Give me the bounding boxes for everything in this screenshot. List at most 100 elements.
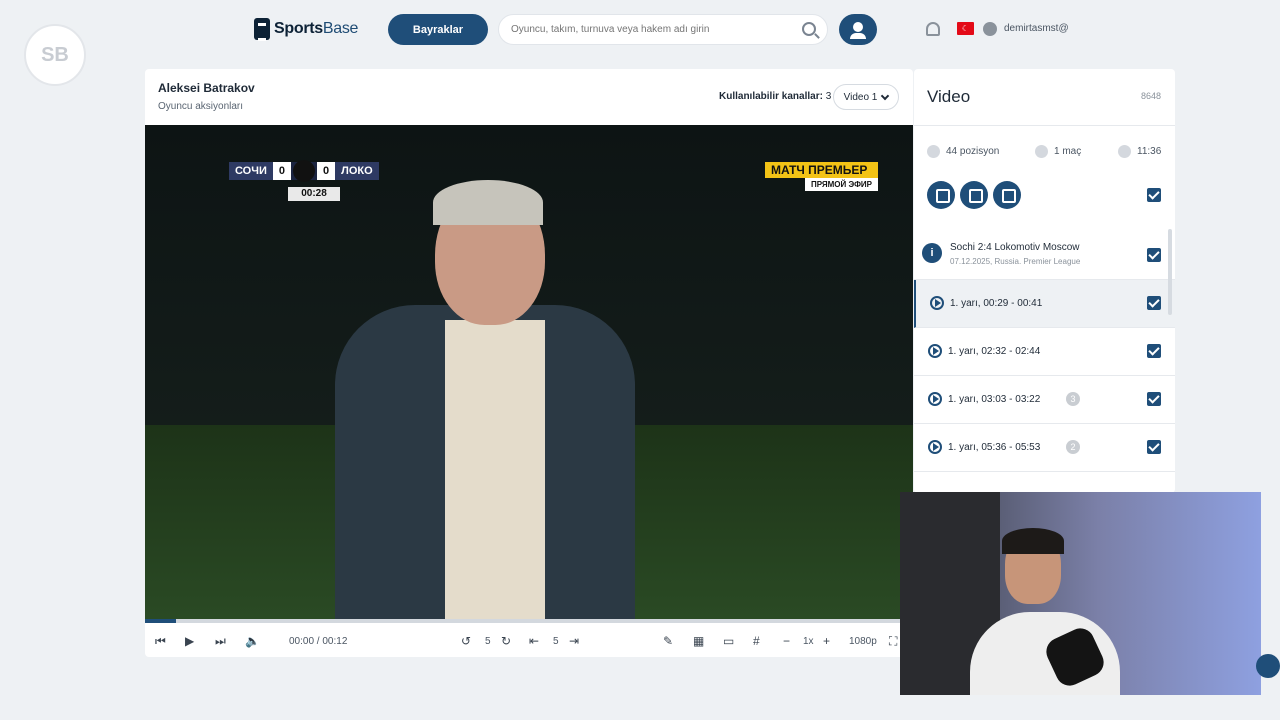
search-input[interactable] [511,24,791,35]
segment-row[interactable]: 1. yarı, 00:29 - 00:41 [914,280,1175,328]
video-person-shirt [445,320,545,619]
panel-scrollbar[interactable] [1168,229,1172,315]
broadcaster-name: МАТЧ ПРЕМЬЕР [765,162,878,178]
webcam-overlay [900,492,1261,695]
video-player[interactable]: СОЧИ 0 0 ЛОКО 00:28 МАТЧ ПРЕМЬЕР ПРЯМОЙ … [145,125,913,619]
hand-icon [1035,145,1048,158]
broadcaster-live: ПРЯМОЙ ЭФИР [805,178,878,191]
panel-divider [914,125,1175,126]
flags-button[interactable]: Bayraklar [388,14,488,45]
video-controls: ⏮ ▶ ⏭ 🔈 00:00 / 00:12 ↺ 5 ↻ ⇤ 5 ⇥ ✎ ▦ ▭ … [145,625,913,657]
segment-checkbox[interactable] [1147,344,1161,358]
turkey-flag-icon[interactable]: ☾ [957,22,974,35]
play-icon[interactable] [928,392,942,406]
info-icon[interactable]: i [922,243,942,263]
segment-row[interactable]: 1. yarı, 02:32 - 02:44 [914,328,1175,376]
frame-back-icon[interactable]: ⇤ [529,634,539,648]
video-quality[interactable]: 1080p [849,634,877,648]
top-navigation-bar: SportsBase Bayraklar ☾ demirtasmst@ [0,0,1280,60]
channels-label: Kullanılabilir kanallar: [719,91,823,102]
rewind-seconds: 5 [485,635,491,647]
speed-plus-icon[interactable]: + [823,634,830,648]
brand-logo[interactable]: SportsBase [254,18,358,41]
video-progress-fill [145,619,176,623]
brand-text: SportsBase [274,20,358,38]
positions-stat: 44 pozisyon [927,145,999,158]
grid-icon[interactable]: ▦ [693,634,704,648]
select-all-checkbox[interactable] [1147,188,1161,202]
video-person-hair [433,180,543,225]
segment-checkbox[interactable] [1147,392,1161,406]
user-avatar-icon[interactable] [983,22,997,36]
brand-name-bold: Sports [274,20,323,37]
match-row[interactable]: i Sochi 2:4 Lokomotiv Moscow 07.12.2025,… [914,232,1175,280]
play-icon[interactable] [928,344,942,358]
matches-stat: 1 maç [1035,145,1081,158]
segment-count-badge: 2 [1066,440,1080,454]
chevron-down-icon [881,91,890,100]
match-meta: 07.12.2025, Russia. Premier League [950,257,1081,266]
clock-icon [1118,145,1131,158]
video-channel-select[interactable]: Video 1 [833,84,899,110]
scoreboard-overlay: СОЧИ 0 0 ЛОКО [229,160,379,182]
playback-speed: 1x [803,635,814,647]
frame-forward-icon[interactable]: ⇥ [569,634,579,648]
previous-icon[interactable]: ⏮ [155,634,166,648]
hash-icon[interactable]: # [753,634,760,648]
user-search-icon [850,21,866,39]
video-select-value: Video 1 [843,91,878,103]
search-icon[interactable] [802,22,816,36]
away-team: ЛОКО [335,162,379,180]
segment-row[interactable]: 1. yarı, 03:03 - 03:22 3 [914,376,1175,424]
positions-count: 44 pozisyon [946,146,1000,157]
frame-step: 5 [553,635,559,647]
username[interactable]: demirtasmst@ [1004,23,1069,34]
help-chat-icon[interactable] [1256,654,1280,678]
search-bar[interactable] [498,14,828,45]
share-button[interactable] [927,181,955,209]
home-team: СОЧИ [229,162,273,180]
volume-icon[interactable]: 🔈 [245,634,260,648]
webcam-person-hair [1002,528,1064,554]
playlist-stats: 44 pozisyon 1 maç 11:36 [927,145,1167,161]
segment-label: 1. yarı, 02:32 - 02:44 [948,346,1041,357]
segment-label: 1. yarı, 00:29 - 00:41 [950,298,1043,309]
play-icon[interactable] [928,440,942,454]
panel-title: Video [927,87,971,106]
available-channels: Kullanılabilir kanallar: 3 [719,91,831,102]
forward-icon[interactable]: ↻ [501,634,511,648]
notification-bell-icon[interactable] [926,22,940,36]
speed-minus-icon[interactable]: − [783,634,790,648]
download-button[interactable] [960,181,988,209]
playback-time: 00:00 / 00:12 [289,635,348,647]
segment-checkbox[interactable] [1147,440,1161,454]
matches-count: 1 maç [1054,146,1082,157]
play-icon[interactable]: ▶ [185,634,194,648]
segment-count-badge: 3 [1066,392,1080,406]
match-clock: 00:28 [288,187,340,201]
play-circle-icon [927,145,940,158]
user-search-button[interactable] [839,14,877,45]
video-playlist-panel: Video 8648 44 pozisyon 1 maç 11:36 i Soc… [914,69,1175,493]
play-icon[interactable] [930,296,944,310]
folder-icon[interactable]: ▭ [723,634,734,648]
total-duration: 11:36 [1137,146,1162,157]
brand-name-rest: Base [322,20,359,37]
home-score: 0 [272,162,291,180]
away-score: 0 [317,162,336,180]
brand-mark-icon [254,18,270,41]
segment-row[interactable]: 1. yarı, 05:36 - 05:53 2 [914,424,1175,472]
segment-label: 1. yarı, 03:03 - 03:22 [948,394,1041,405]
channels-count: 3 [825,91,832,102]
match-checkbox[interactable] [1147,248,1161,262]
rewind-icon[interactable]: ↺ [461,634,471,648]
draw-icon[interactable]: ✎ [663,634,673,648]
fullscreen-icon[interactable]: ⛶ [889,634,897,648]
segment-checkbox[interactable] [1147,296,1161,310]
playlist-button[interactable] [993,181,1021,209]
segment-label: 1. yarı, 05:36 - 05:53 [948,442,1041,453]
page-title: Aleksei Batrakov [158,81,255,95]
match-name: Sochi 2:4 Lokomotiv Moscow [950,242,1080,253]
next-icon[interactable]: ⏭ [215,634,226,648]
video-progress-bar[interactable] [145,619,913,623]
